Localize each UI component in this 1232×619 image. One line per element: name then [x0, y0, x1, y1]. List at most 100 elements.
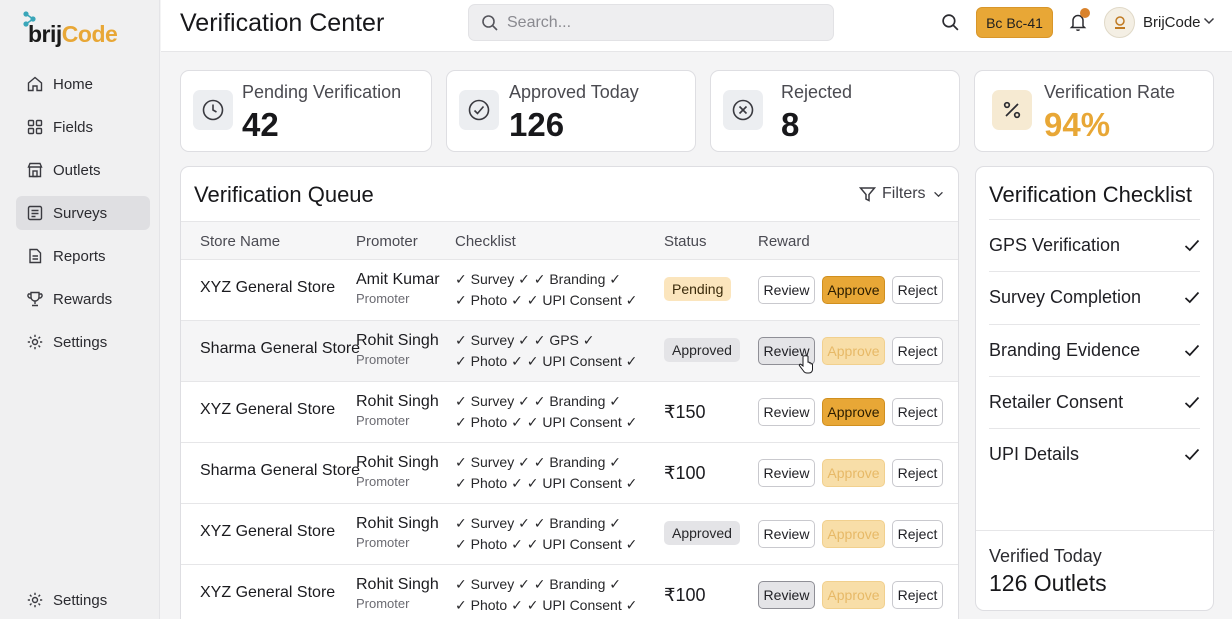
grid-icon: [26, 118, 44, 136]
search-icon[interactable]: [941, 13, 960, 32]
reject-button[interactable]: Reject: [892, 459, 943, 487]
checklist-cell: ✓ Survey ✓ ✓ Branding ✓ ✓ Photo ✓ ✓ UPI C…: [455, 574, 637, 616]
checklist-cell: ✓ Survey ✓ ✓ GPS ✓ ✓ Photo ✓ ✓ UPI Consen…: [455, 330, 637, 372]
column-header: Status: [664, 233, 707, 250]
reject-button[interactable]: Reject: [892, 520, 943, 548]
sidebar-nav: Home Fields Outlets Surveys Reports Rewa…: [16, 67, 150, 368]
promoter-name: Rohit Singh: [356, 332, 439, 349]
checklist-line: ✓ Photo ✓ ✓ UPI Consent ✓: [455, 536, 638, 552]
review-button[interactable]: Review: [758, 398, 815, 426]
brand-name-part2: Code: [61, 21, 118, 47]
survey-icon: [26, 204, 44, 222]
table-row[interactable]: XYZ General Store Rohit Singh Promoter ✓ Su…: [181, 382, 958, 443]
checklist-title: Verification Checklist: [989, 182, 1192, 207]
sidebar-item-label: Settings: [53, 591, 108, 609]
checklist-item: Retailer Consent: [989, 376, 1200, 428]
reject-button[interactable]: Reject: [892, 337, 943, 365]
review-button[interactable]: Review: [758, 520, 815, 548]
approve-button[interactable]: Approve: [822, 337, 885, 365]
sidebar-item-label: Fields: [53, 118, 94, 136]
reward-amount: ₹100: [664, 585, 706, 605]
verification-queue: Verification Queue Filters Store Name Pr…: [180, 166, 959, 619]
user-name[interactable]: BrijCode: [1143, 14, 1201, 31]
checklist-line: ✓ Photo ✓ ✓ UPI Consent ✓: [455, 475, 638, 491]
stat-value: 42: [242, 106, 279, 143]
checklist-line: ✓ Survey ✓ ✓ Branding ✓: [455, 393, 621, 409]
approve-button[interactable]: Approve: [822, 520, 885, 548]
checklist-line: ✓ Photo ✓ ✓ UPI Consent ✓: [455, 414, 638, 430]
approve-button[interactable]: Approve: [822, 398, 885, 426]
checklist-item: Branding Evidence: [989, 324, 1200, 376]
reject-button[interactable]: Reject: [892, 276, 943, 304]
status-badge: Approved: [664, 521, 740, 545]
home-icon: [26, 75, 44, 93]
status-badge: Pending: [664, 277, 732, 301]
chevron-down-icon[interactable]: [1203, 17, 1215, 25]
table-row[interactable]: XYZ General Store Amit Kumar Promoter ✓ Sur…: [181, 260, 958, 321]
filter-icon: [859, 186, 876, 202]
promoter-role: Promoter: [356, 291, 410, 306]
account-badge[interactable]: Bc Bc-41: [976, 7, 1053, 38]
sidebar-item-fields[interactable]: Fields: [16, 110, 150, 144]
checklist-item-label: Survey Completion: [989, 287, 1142, 307]
table-row[interactable]: XYZ General Store Rohit Singh Promoter ✓ Su…: [181, 565, 958, 619]
reject-button[interactable]: Reject: [892, 398, 943, 426]
top-header: Verification Center Bc Bc-41 BrijCode: [161, 0, 1232, 52]
verified-today-label: Verified Today: [989, 546, 1102, 566]
sidebar: brijCode Home Fields Outlets Surveys Rep…: [0, 0, 160, 619]
review-button[interactable]: Review: [758, 276, 815, 304]
promoter-name: Amit Kumar: [356, 271, 440, 288]
store-name: XYZ General Store: [200, 401, 336, 418]
promoter-name: Rohit Singh: [356, 576, 439, 593]
reject-button[interactable]: Reject: [892, 581, 943, 609]
review-button[interactable]: Review: [758, 581, 815, 609]
sidebar-item-outlets[interactable]: Outlets: [16, 153, 150, 187]
filters-button[interactable]: Filters: [859, 185, 944, 203]
promoter-cell: Rohit Singh Promoter: [356, 393, 439, 428]
sidebar-item-reports[interactable]: Reports: [16, 239, 150, 273]
sidebar-item-home[interactable]: Home: [16, 67, 150, 101]
promoter-cell: Rohit Singh Promoter: [356, 454, 439, 489]
search-input[interactable]: [507, 13, 807, 32]
checklist-cell: ✓ Survey ✓ ✓ Branding ✓ ✓ Photo ✓ ✓ UPI C…: [455, 269, 637, 311]
status-cell: ₹100: [664, 582, 706, 605]
sidebar-item-surveys[interactable]: Surveys: [16, 196, 150, 230]
checklist-line: ✓ Survey ✓ ✓ Branding ✓: [455, 515, 621, 531]
check-icon: [1184, 396, 1200, 409]
column-header: Promoter: [356, 233, 418, 250]
chevron-down-icon: [933, 191, 943, 197]
sidebar-item-label: Home: [53, 75, 94, 93]
check-icon: [1184, 239, 1200, 252]
review-button[interactable]: Review: [758, 459, 815, 487]
avatar[interactable]: [1104, 7, 1135, 38]
notification-dot: [1080, 8, 1090, 18]
table-row[interactable]: Sharma General Store Rohit Singh Promoter ✓…: [181, 443, 958, 504]
trophy-icon: [26, 290, 44, 308]
checklist-item: UPI Details: [989, 428, 1200, 480]
table-row[interactable]: Sharma General Store Rohit Singh Promoter ✓…: [181, 321, 958, 382]
promoter-cell: Rohit Singh Promoter: [356, 332, 439, 367]
checklist-line: ✓ Survey ✓ ✓ Branding ✓: [455, 454, 621, 470]
store-name: Sharma General Store: [200, 462, 361, 479]
checklist-line: ✓ Photo ✓ ✓ UPI Consent ✓: [455, 353, 638, 369]
search-bar[interactable]: [468, 4, 834, 41]
check-icon: [1184, 448, 1200, 461]
promoter-role: Promoter: [356, 535, 410, 550]
approve-button[interactable]: Approve: [822, 581, 885, 609]
clock-icon: [193, 90, 233, 130]
table-header: Store Name Promoter Checklist Status Rew…: [181, 221, 958, 260]
checklist-item-label: Retailer Consent: [989, 392, 1124, 412]
sidebar-item-settings[interactable]: Settings: [16, 325, 150, 359]
reward-amount: ₹100: [664, 463, 706, 483]
sidebar-item-settings-bottom[interactable]: Settings: [16, 583, 150, 617]
approve-button[interactable]: Approve: [822, 276, 885, 304]
brand-logo[interactable]: brijCode: [22, 10, 118, 47]
stat-value: 94%: [1044, 106, 1111, 143]
approve-button[interactable]: Approve: [822, 459, 885, 487]
table-row[interactable]: XYZ General Store Rohit Singh Promoter ✓ Su…: [181, 504, 958, 565]
sidebar-item-rewards[interactable]: Rewards: [16, 282, 150, 316]
checklist-item-label: GPS Verification: [989, 235, 1121, 255]
stat-card-rejected: Rejected 8: [710, 70, 960, 152]
checklist-line: ✓ Photo ✓ ✓ UPI Consent ✓: [455, 292, 638, 308]
percent-icon: [992, 90, 1032, 130]
